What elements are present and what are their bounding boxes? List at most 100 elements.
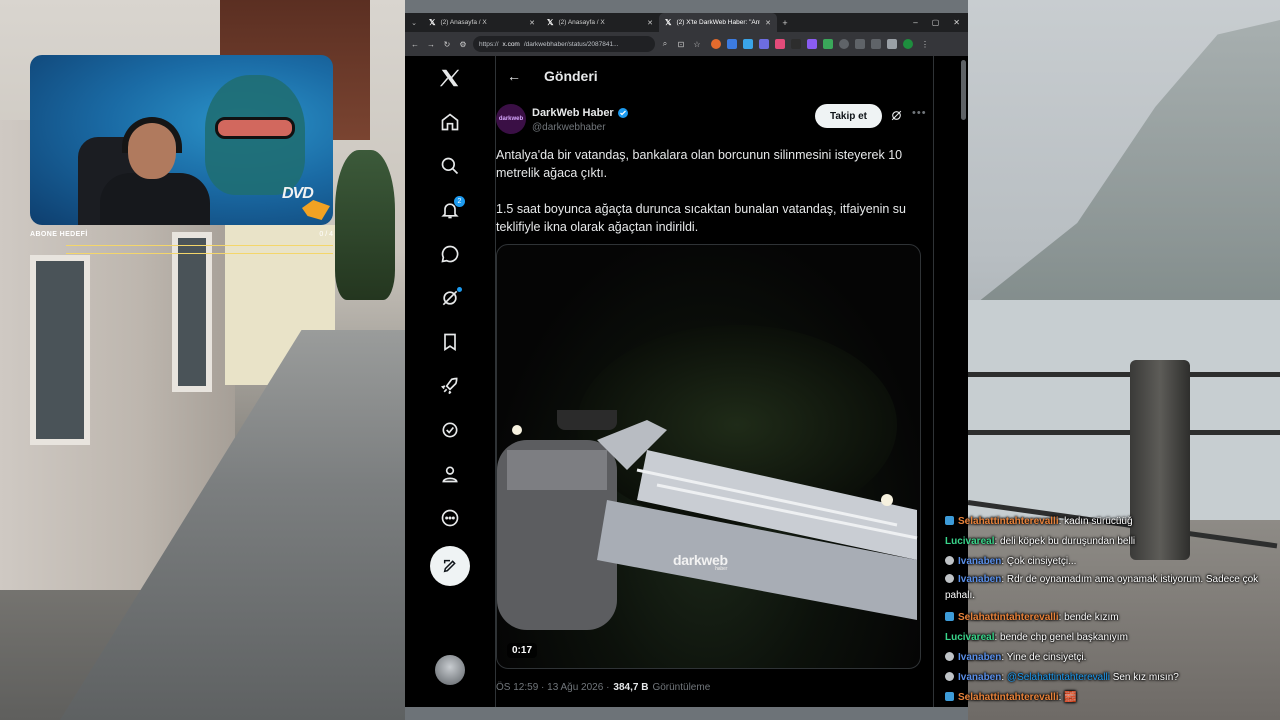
follow-button[interactable]: Takip et [815, 104, 882, 128]
post-text: Antalya'da bir vatandaş, bankalara olan … [496, 146, 920, 236]
tab-close-icon[interactable]: ✕ [765, 19, 771, 27]
extension-icon[interactable] [839, 39, 849, 49]
tab-post[interactable]: 𝕏 (2) X'te DarkWeb Haber: "Antal ✕ [659, 13, 777, 32]
bookmarks-icon[interactable] [432, 324, 468, 360]
chat-username[interactable]: Lucivareal [945, 536, 994, 547]
extensions-row: ⋮ [711, 39, 931, 49]
verified-icon[interactable] [432, 412, 468, 448]
extension-icon[interactable] [807, 39, 817, 49]
sub-goal-bar [66, 253, 333, 254]
lake [968, 300, 1280, 520]
extension-icon[interactable] [823, 39, 833, 49]
chat-badge-icon [945, 672, 954, 681]
notification-badge: 2 [454, 196, 465, 207]
chat-badge-icon [945, 516, 954, 525]
chat-username[interactable]: Selahattintahterevalli [958, 692, 1059, 703]
chat-mention[interactable]: @Selahattintahterevalli [1007, 672, 1110, 683]
streamer-body [100, 173, 210, 225]
page-scrollbar[interactable] [961, 60, 966, 120]
extensions-puzzle-icon[interactable] [887, 39, 897, 49]
sub-goal-count: 0 / 4 [319, 231, 333, 238]
extension-icon[interactable] [855, 39, 865, 49]
chat-message: Lucivareal: bende chp genel başkanıyım [945, 628, 1280, 648]
extension-icon[interactable] [759, 39, 769, 49]
tab-search-icon[interactable]: ⌄ [405, 19, 423, 27]
tab-close-icon[interactable]: ✕ [647, 19, 653, 27]
tab-title: (2) Anasayfa / X [440, 19, 487, 26]
x-logo-icon[interactable] [432, 58, 468, 98]
chat-username[interactable]: Ivanaben [958, 672, 1001, 683]
extension-icon[interactable] [871, 39, 881, 49]
chat-username[interactable]: Ivanaben [958, 652, 1001, 663]
bookmark-star-icon[interactable]: ☆ [691, 40, 703, 49]
post-more-icon[interactable]: ••• [912, 107, 927, 119]
chat-username[interactable]: Ivanaben [958, 556, 1001, 567]
profile-icon[interactable] [432, 456, 468, 492]
home-icon[interactable] [432, 104, 468, 140]
back-icon[interactable]: ← [409, 40, 421, 49]
close-window-button[interactable]: ✕ [953, 18, 960, 27]
url-field[interactable]: https://x.com/darkwebhaber/status/208784… [473, 36, 655, 52]
post-video[interactable]: darkweb haber 0:17 [496, 244, 921, 669]
messages-icon[interactable] [432, 236, 468, 272]
chat-username[interactable]: Ivanaben [958, 574, 1001, 585]
install-app-icon[interactable]: ⊡ [675, 40, 687, 49]
post-timestamp[interactable]: ÖS 12:59 · 13 Ağu 2026 · [496, 682, 609, 693]
new-tab-button[interactable]: + [777, 18, 793, 28]
notifications-icon[interactable]: 2 [432, 192, 468, 228]
tab-home-1[interactable]: 𝕏 (2) Anasayfa / X ✕ [423, 13, 541, 32]
tab-close-icon[interactable]: ✕ [529, 19, 535, 27]
grok-icon[interactable] [432, 280, 468, 316]
author-avatar[interactable]: darkweb [496, 104, 526, 134]
chat-username[interactable]: Selahattintahterevalli [958, 516, 1059, 527]
maximize-button[interactable]: ▢ [932, 18, 940, 27]
chat-text: : Yine de cinsiyetçi. [1001, 652, 1087, 663]
subscriber-goal: ABONE HEDEFİ 0 / 4 [30, 229, 333, 259]
forward-icon[interactable]: → [425, 40, 437, 49]
views-label: Görüntüleme [652, 682, 711, 693]
compose-icon [443, 559, 456, 573]
chat-badge-icon [945, 556, 954, 565]
author-name-row[interactable]: DarkWeb Haber [532, 107, 629, 119]
minimize-button[interactable]: – [913, 18, 917, 27]
chat-badge-icon [945, 612, 954, 621]
tab-home-2[interactable]: 𝕏 (2) Anasayfa / X ✕ [541, 13, 659, 32]
window-controls: – ▢ ✕ [913, 18, 968, 27]
x-favicon-icon: 𝕏 [665, 18, 672, 27]
more-icon[interactable] [432, 500, 468, 536]
back-arrow-icon[interactable]: ← [504, 68, 524, 84]
chat-text: : bende kızım [1058, 612, 1119, 623]
chat-username[interactable]: Lucivareal [945, 632, 994, 643]
post-paragraph: Antalya'da bir vatandaş, bankalara olan … [496, 148, 903, 180]
video-duration: 0:17 [507, 643, 538, 658]
extension-icon[interactable] [775, 39, 785, 49]
author-handle[interactable]: @darkwebhaber [532, 122, 606, 133]
address-bar: ← → ↻ ⚙ https://x.com/darkwebhaber/statu… [405, 32, 968, 56]
rocket-icon[interactable] [432, 368, 468, 404]
views-count: 384,7 B [613, 682, 649, 693]
account-avatar[interactable] [435, 655, 465, 685]
chat-username[interactable]: Selahattintahterevalli [958, 612, 1059, 623]
post-meta: ÖS 12:59 · 13 Ağu 2026 · 384,7 B Görüntü… [496, 682, 710, 693]
extension-icon[interactable] [727, 39, 737, 49]
zoom-icon[interactable]: ⌕ [659, 39, 671, 49]
x-sidebar: 2 [405, 56, 495, 707]
extension-icon[interactable] [791, 39, 801, 49]
reload-icon[interactable]: ↻ [441, 40, 453, 49]
extension-icon[interactable] [711, 39, 721, 49]
profile-avatar-icon[interactable] [903, 39, 913, 49]
watermark-sub: haber [715, 566, 728, 572]
grok-indicator [457, 287, 462, 292]
headphones-icon [122, 117, 182, 153]
railing [968, 372, 1280, 377]
compose-button[interactable] [430, 546, 470, 586]
chat-text: : 🧱 [1058, 692, 1077, 703]
grok-explain-icon[interactable] [890, 109, 903, 127]
wall-art-goggles [215, 117, 295, 139]
browser-menu-icon[interactable]: ⋮ [919, 40, 931, 49]
extension-icon[interactable] [743, 39, 753, 49]
chat-text: : Çok cinsiyetçi... [1001, 556, 1077, 567]
post-header: ← Gönderi [496, 56, 933, 96]
site-info-icon[interactable]: ⚙ [457, 40, 469, 49]
search-icon[interactable] [432, 148, 468, 184]
